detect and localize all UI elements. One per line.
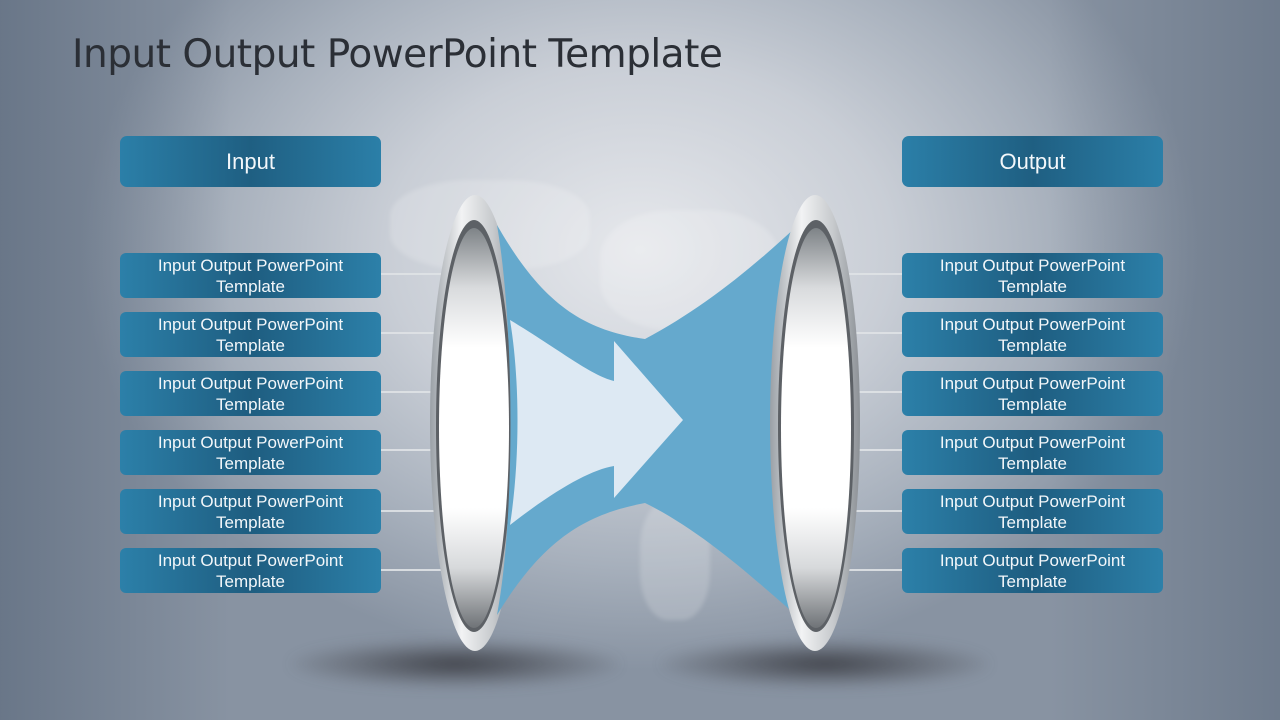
- input-output-diagram: [430, 195, 860, 651]
- output-item: Input Output PowerPoint Template: [902, 253, 1163, 298]
- input-item: Input Output PowerPoint Template: [120, 371, 381, 416]
- output-item: Input Output PowerPoint Template: [902, 489, 1163, 534]
- output-item: Input Output PowerPoint Template: [902, 548, 1163, 593]
- input-item: Input Output PowerPoint Template: [120, 548, 381, 593]
- output-header: Output: [902, 136, 1163, 187]
- output-item: Input Output PowerPoint Template: [902, 430, 1163, 475]
- right-portal-icon: [770, 195, 860, 651]
- input-header: Input: [120, 136, 381, 187]
- input-item: Input Output PowerPoint Template: [120, 489, 381, 534]
- output-item: Input Output PowerPoint Template: [902, 312, 1163, 357]
- input-item: Input Output PowerPoint Template: [120, 312, 381, 357]
- input-item: Input Output PowerPoint Template: [120, 253, 381, 298]
- output-item: Input Output PowerPoint Template: [902, 371, 1163, 416]
- input-item: Input Output PowerPoint Template: [120, 430, 381, 475]
